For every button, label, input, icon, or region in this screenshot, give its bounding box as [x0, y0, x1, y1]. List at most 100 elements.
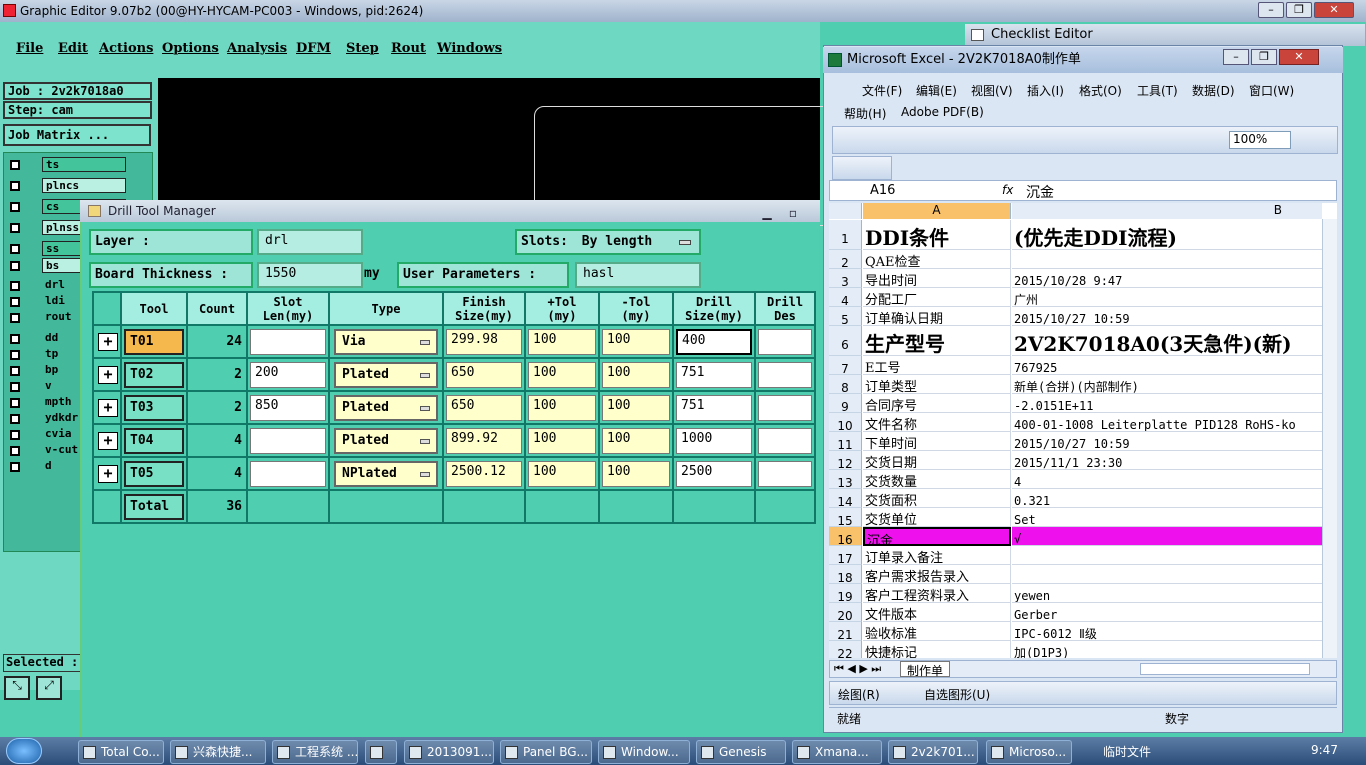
maximize-button[interactable]: ❐	[1286, 2, 1312, 18]
row-header[interactable]: 12	[829, 451, 862, 471]
cell-a[interactable]: 导出时间	[863, 269, 1011, 288]
cell-a[interactable]: 交货单位	[863, 508, 1011, 527]
cell-b[interactable]: 2015/10/28 9:47	[1012, 269, 1322, 288]
minus-tol-input[interactable]: 100	[602, 394, 670, 421]
autoshape-menu[interactable]: 自选图形(U)	[924, 686, 990, 703]
row-header[interactable]: 11	[829, 432, 862, 452]
sheet-nav-icons[interactable]: ⏮ ◀ ▶ ⏭	[834, 662, 881, 676]
row-header[interactable]: 1	[829, 220, 862, 250]
plus-tol-input[interactable]: 100	[528, 328, 596, 355]
cell-a[interactable]: 交货面积	[863, 489, 1011, 508]
finish-size-input[interactable]: 650	[446, 361, 522, 388]
finish-size-input[interactable]: 899.92	[446, 427, 522, 454]
type-dropdown[interactable]: NPlated	[334, 460, 438, 487]
minimize-button[interactable]: –	[1258, 2, 1284, 18]
minus-tol-input[interactable]: 100	[602, 460, 670, 487]
finish-size-input[interactable]: 2500.12	[446, 460, 522, 487]
taskbar-item[interactable]: Microso...	[986, 740, 1072, 764]
cell-b[interactable]: Gerber	[1012, 603, 1322, 622]
row-header[interactable]: 18	[829, 565, 862, 585]
cell-b[interactable]: 2015/11/1 23:30	[1012, 451, 1322, 470]
tool-icon-1[interactable]: ⤡	[4, 676, 30, 700]
row-header[interactable]: 22	[829, 641, 862, 658]
excel-menu-item[interactable]: 插入(I)	[1027, 82, 1064, 99]
drill-des-input[interactable]	[758, 427, 812, 454]
drill-size-input[interactable]: 2500	[676, 460, 752, 487]
excel-maximize-button[interactable]: ❐	[1251, 49, 1277, 65]
layer-checkbox[interactable]	[10, 160, 20, 170]
cell-b[interactable]: √	[1012, 527, 1322, 546]
cell-a[interactable]: 客户需求报告录入	[863, 565, 1011, 584]
taskbar-item[interactable]: 工程系统 ...	[272, 740, 358, 764]
type-dropdown[interactable]: Plated	[334, 394, 438, 421]
layer-checkbox[interactable]	[10, 446, 20, 456]
expand-icon[interactable]: +	[98, 431, 118, 450]
layer-checkbox[interactable]	[10, 382, 20, 392]
layer-checkbox[interactable]	[10, 350, 20, 360]
cell-a[interactable]: 文件版本	[863, 603, 1011, 622]
tool-button[interactable]: T01	[124, 328, 184, 355]
cell-a[interactable]: 生产型号	[863, 326, 1011, 356]
zoom-box[interactable]: 100%	[1229, 131, 1291, 149]
layer-checkbox[interactable]	[10, 366, 20, 376]
row-header[interactable]: 20	[829, 603, 862, 623]
slot-len-input[interactable]: 850	[250, 394, 326, 421]
menu-rout[interactable]: Rout	[391, 41, 426, 56]
excel-minimize-button[interactable]: –	[1223, 49, 1249, 65]
tool-button[interactable]: T04	[124, 427, 184, 454]
cell-a[interactable]: 验收标准	[863, 622, 1011, 641]
cell-a[interactable]: DDI条件	[863, 220, 1011, 250]
excel-close-button[interactable]: ✕	[1279, 49, 1319, 65]
tray-label[interactable]: 临时文件	[1103, 743, 1151, 760]
cell-a[interactable]: E工号	[863, 356, 1011, 375]
menu-actions[interactable]: Actions	[99, 41, 153, 56]
drill-des-input[interactable]	[758, 460, 812, 487]
slot-len-input[interactable]	[250, 427, 326, 454]
cell-b[interactable]: 2015/10/27 10:59	[1012, 432, 1322, 451]
minus-tol-input[interactable]: 100	[602, 427, 670, 454]
plus-tol-input[interactable]: 100	[528, 394, 596, 421]
layer-checkbox[interactable]	[10, 261, 20, 271]
row-header[interactable]: 10	[829, 413, 862, 433]
cell-a[interactable]: 订单确认日期	[863, 307, 1011, 326]
drill-size-input[interactable]: 1000	[676, 427, 752, 454]
cell-b[interactable]: 400-01-1008 Leiterplatte PID128 RoHS-ko	[1012, 413, 1322, 432]
excel-menu-item[interactable]: 文件(F)	[862, 82, 902, 99]
drill-size-input[interactable]: 751	[676, 394, 752, 421]
menu-dfm[interactable]: DFM	[296, 41, 331, 56]
cell-b[interactable]: 0.321	[1012, 489, 1322, 508]
cell-a[interactable]: 客户工程资料录入	[863, 584, 1011, 603]
cell-b[interactable]: -2.0151E+11	[1012, 394, 1322, 413]
cell-a[interactable]: 合同序号	[863, 394, 1011, 413]
horizontal-scrollbar[interactable]	[1140, 663, 1310, 675]
excel-menu-item[interactable]: 数据(D)	[1192, 82, 1235, 99]
vertical-scrollbar[interactable]	[1322, 219, 1337, 658]
excel-menu-item[interactable]: 窗口(W)	[1249, 82, 1294, 99]
cell-b[interactable]	[1012, 565, 1322, 584]
cell-b[interactable]: IPC-6012 Ⅱ级	[1012, 622, 1322, 641]
layer-checkbox[interactable]	[10, 181, 20, 191]
layer-checkbox[interactable]	[10, 462, 20, 472]
menu-windows[interactable]: Windows	[437, 41, 502, 56]
spreadsheet-grid[interactable]: A B 1 DDI条件 (优先走DDI流程) 2 QAE检查 3 导出时间 2015/10/2…	[829, 203, 1337, 658]
cell-b[interactable]: (优先走DDI流程)	[1012, 220, 1322, 250]
taskbar-item[interactable]: Total Co...	[78, 740, 164, 764]
row-header[interactable]: 21	[829, 622, 862, 642]
finish-size-input[interactable]: 299.98	[446, 328, 522, 355]
row-header[interactable]: 13	[829, 470, 862, 490]
excel-menu-item[interactable]: 视图(V)	[971, 82, 1013, 99]
slot-len-input[interactable]	[250, 328, 326, 355]
layer-row[interactable]: ts	[6, 157, 126, 173]
formula-input[interactable]: 沉金	[1026, 182, 1054, 202]
draw-menu[interactable]: 绘图(R)	[838, 686, 880, 703]
cell-a[interactable]: 沉金	[863, 527, 1011, 546]
cell-b[interactable]: 2V2K7018A0(3天急件)(新)	[1012, 326, 1322, 356]
taskbar-item[interactable]: Panel BG...	[500, 740, 592, 764]
plus-tol-input[interactable]: 100	[528, 361, 596, 388]
row-header[interactable]: 7	[829, 356, 862, 376]
cell-a[interactable]: 交货日期	[863, 451, 1011, 470]
taskbar-item[interactable]: 兴森快捷...	[170, 740, 266, 764]
row-header[interactable]: 15	[829, 508, 862, 528]
expand-icon[interactable]: +	[98, 332, 118, 351]
row-header[interactable]: 14	[829, 489, 862, 509]
